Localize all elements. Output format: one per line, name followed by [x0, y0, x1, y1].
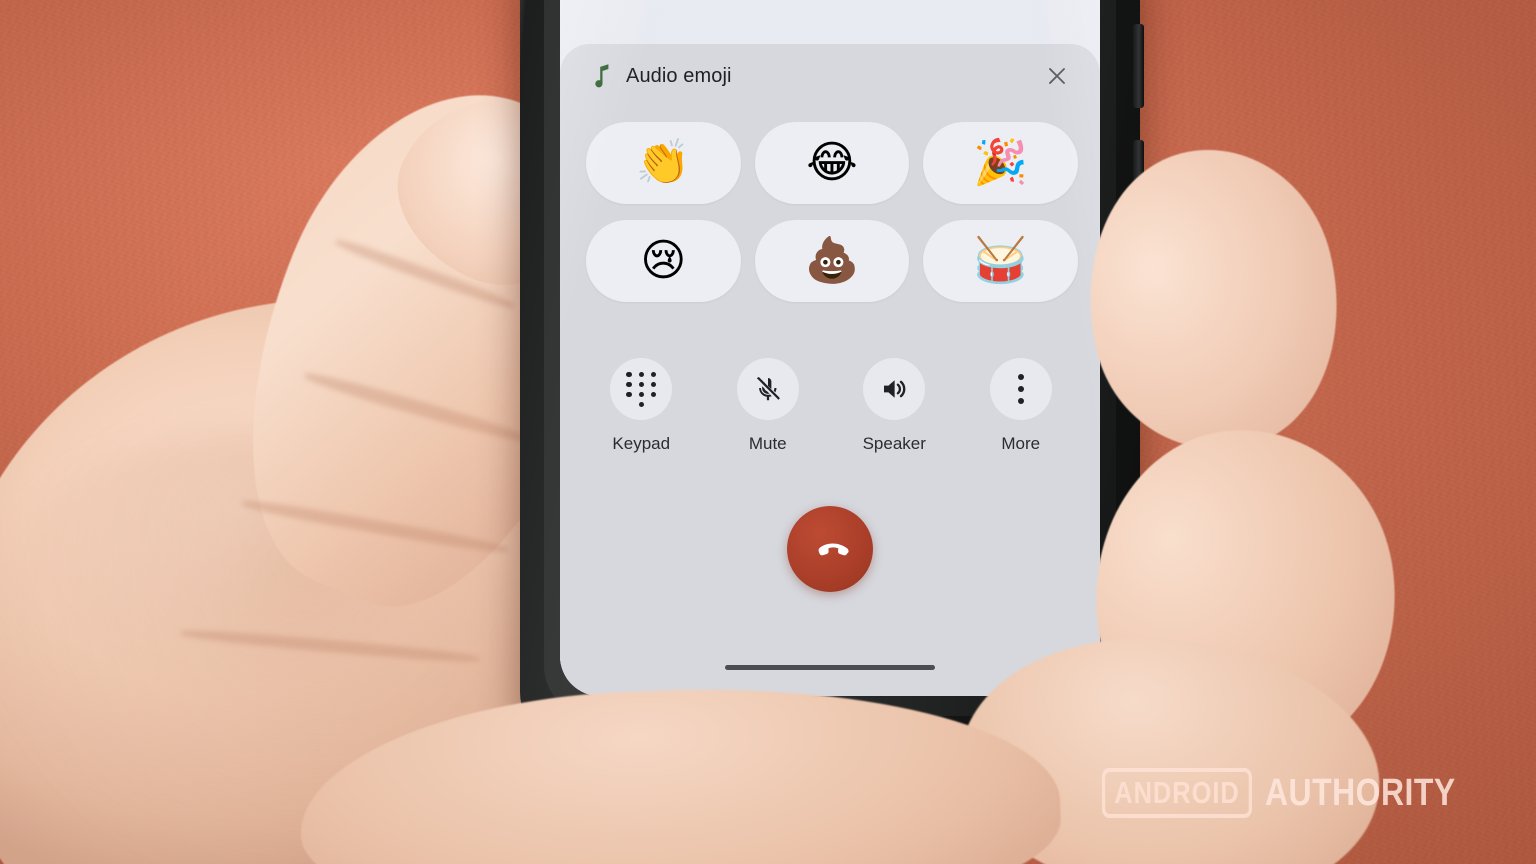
audio-emoji-grid: 👏 😂 🎉 😢 💩 🥁	[560, 108, 1100, 302]
keypad-button[interactable]	[610, 358, 673, 420]
watermark-brand-text: AUTHORITY	[1264, 772, 1456, 814]
control-keypad[interactable]: Keypad	[578, 358, 705, 454]
home-indicator[interactable]	[725, 665, 935, 670]
audio-emoji-button-crying-face[interactable]: 😢	[586, 220, 741, 302]
mute-label: Mute	[748, 434, 787, 453]
audio-emoji-button-clapping-hands[interactable]: 👏	[586, 122, 741, 204]
panel-title: Audio emoji	[626, 64, 732, 87]
microphone-off-icon	[755, 377, 780, 401]
control-mute[interactable]: Mute	[705, 358, 832, 454]
mute-button[interactable]	[736, 358, 799, 420]
speaker-label: Speaker	[862, 434, 926, 453]
audio-emoji-button-face-with-tears-of-joy[interactable]: 😂	[754, 122, 910, 204]
more-vertical-icon	[1017, 374, 1024, 404]
crying-face-icon: 😢	[640, 235, 687, 286]
face-with-tears-of-joy-icon: 😂	[806, 137, 858, 188]
end-call-button[interactable]	[787, 506, 873, 592]
control-speaker[interactable]: Speaker	[831, 358, 958, 454]
control-more[interactable]: More	[958, 358, 1085, 454]
audio-emoji-button-party-popper[interactable]: 🎉	[923, 122, 1078, 204]
close-icon	[1049, 68, 1065, 84]
screenshot-stage: Audio emoji 👏 😂 🎉 �	[0, 0, 1536, 864]
speaker-button[interactable]	[863, 358, 926, 420]
audio-emoji-sheet: Audio emoji 👏 😂 🎉 �	[560, 44, 1100, 696]
party-popper-icon: 🎉	[973, 137, 1029, 188]
sheet-header: Audio emoji	[560, 44, 1100, 108]
keypad-label: Keypad	[612, 434, 671, 453]
dialpad-icon	[626, 372, 657, 408]
end-call-area	[560, 454, 1100, 592]
audio-emoji-button-drum[interactable]: 🥁	[923, 220, 1078, 302]
music-note-icon	[590, 63, 612, 89]
speaker-volume-icon	[884, 380, 906, 398]
call-controls: Keypad Mute Speaker More	[560, 302, 1100, 454]
drum-icon: 🥁	[973, 235, 1029, 286]
close-button[interactable]	[1040, 59, 1074, 93]
clapping-hands-icon: 👏	[635, 137, 691, 188]
audio-emoji-button-pile-of-poo[interactable]: 💩	[754, 220, 910, 302]
watermark: ANDROID AUTHORITY	[1069, 768, 1492, 818]
more-button[interactable]	[989, 358, 1052, 420]
power-button[interactable]	[1133, 24, 1144, 108]
watermark-brand-box: ANDROID	[1101, 768, 1252, 818]
more-label: More	[1001, 434, 1041, 453]
phone-screen: Audio emoji 👏 😂 🎉 �	[560, 0, 1100, 696]
pile-of-poo-icon: 💩	[804, 235, 860, 286]
end-call-icon	[818, 543, 849, 556]
